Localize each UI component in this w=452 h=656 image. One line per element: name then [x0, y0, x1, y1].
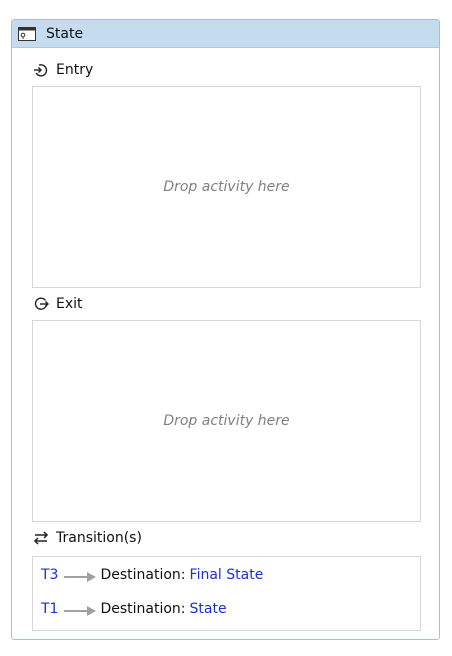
transitions-list: T3 Destination: Final State T1 Destinati…	[32, 556, 421, 631]
exit-placeholder: Drop activity here	[163, 413, 290, 429]
exit-label: Exit	[56, 296, 83, 312]
transitions-icon	[33, 530, 49, 546]
transitions-section-label: Transition(s)	[33, 530, 142, 546]
state-header[interactable]: State	[12, 20, 439, 48]
transition-item[interactable]: T3 Destination: Final State	[41, 567, 263, 583]
destination-label: Destination:	[100, 601, 186, 617]
entry-label: Entry	[56, 62, 94, 78]
entry-icon	[33, 62, 49, 78]
state-icon	[18, 26, 36, 42]
destination-link[interactable]: State	[190, 601, 227, 617]
entry-section-label: Entry	[33, 62, 93, 78]
arrow-right-icon	[64, 570, 97, 582]
exit-icon	[33, 296, 49, 312]
transition-name[interactable]: T3	[41, 567, 58, 583]
transitions-label: Transition(s)	[56, 530, 142, 546]
exit-section-label: Exit	[33, 296, 83, 312]
entry-placeholder: Drop activity here	[163, 179, 290, 195]
transition-name[interactable]: T1	[41, 601, 58, 617]
arrow-right-icon	[64, 604, 97, 616]
destination-label: Destination:	[100, 567, 186, 583]
state-card[interactable]: State Entry Drop activity here Exit Drop…	[11, 19, 440, 640]
transition-item[interactable]: T1 Destination: State	[41, 601, 227, 617]
destination-link[interactable]: Final State	[190, 567, 264, 583]
state-title: State	[46, 25, 84, 42]
entry-drop-zone[interactable]: Drop activity here	[32, 86, 421, 288]
exit-drop-zone[interactable]: Drop activity here	[32, 320, 421, 522]
